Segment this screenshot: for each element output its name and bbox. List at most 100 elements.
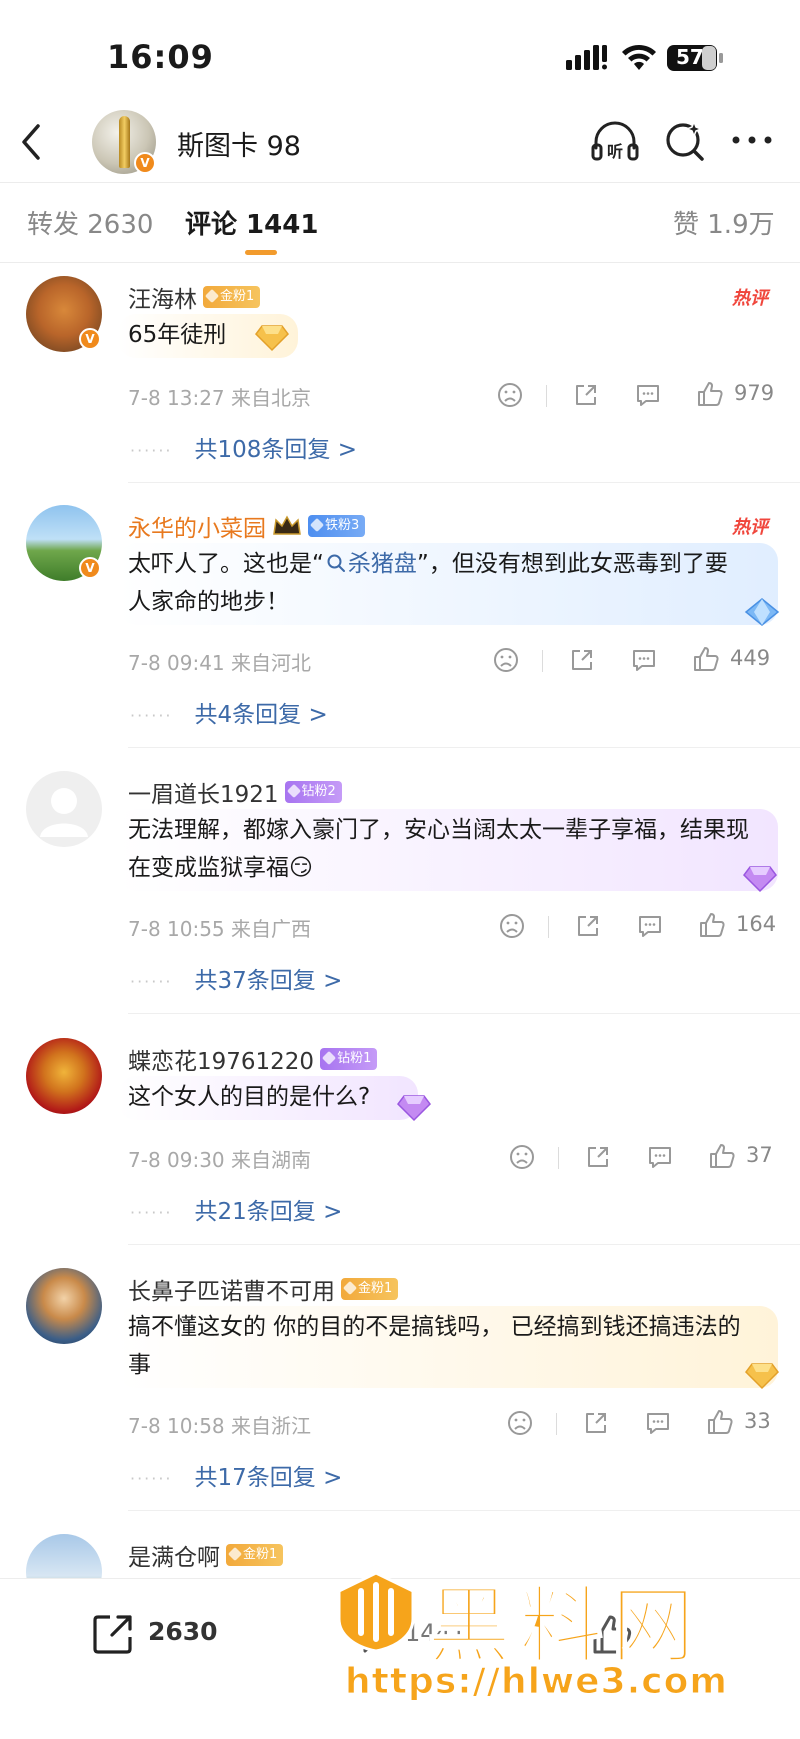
view-replies-link[interactable]: ······ 共4条回复 > (130, 695, 328, 729)
weibo-comments-screen: 16:09 57 V 斯图卡 98 听 转发 2630 评论 1441 赞 1.… (0, 0, 800, 1739)
comment-meta: 7-8 10:55 来自广西 (128, 917, 312, 941)
fan-badge-label: 铁粉3 (325, 518, 360, 533)
fan-badge-label: 钻粉1 (337, 1051, 372, 1066)
comment-text: 太吓人了。这也是“ 杀猪盘”，但没有想到此女恶毒到了要 人家命的地步！ (128, 545, 768, 621)
reply-icon[interactable] (630, 646, 658, 674)
wifi-icon (622, 44, 656, 70)
dislike-icon[interactable] (498, 912, 526, 940)
reply-icon[interactable] (646, 1143, 674, 1171)
active-tab-indicator (245, 250, 277, 255)
status-time: 16:09 (107, 38, 214, 76)
commenter-name[interactable]: 是满仓啊 (128, 1545, 220, 1571)
topic-search-text[interactable]: 杀猪盘 (348, 551, 417, 577)
commenter-header: 汪海林 金粉1 (128, 280, 261, 314)
commenter-avatar[interactable] (26, 1268, 102, 1344)
share-icon[interactable] (572, 381, 600, 409)
share-icon[interactable] (568, 646, 596, 674)
comment-text-part: 搞不懂这女的 你的目的不是搞钱吗， 已经搞到钱还搞违法的 (128, 1314, 741, 1340)
replies-text[interactable]: 共108条回复 > (195, 437, 357, 463)
status-bar: 16:09 57 (0, 0, 800, 100)
listen-headphones-icon[interactable]: 听 (590, 118, 640, 164)
battery-level: 57 (676, 45, 704, 69)
repost-count[interactable]: 2630 (148, 1617, 218, 1646)
replies-text[interactable]: 共17条回复 > (195, 1465, 343, 1491)
repost-icon[interactable] (90, 1611, 136, 1657)
view-replies-link[interactable]: ······ 共21条回复 > (130, 1192, 342, 1226)
like-icon[interactable] (708, 1142, 736, 1170)
watermark-url: https://hlwe3.com (345, 1661, 728, 1703)
like-count: 449 (730, 646, 771, 670)
commenter-name[interactable]: 汪海林 (128, 287, 197, 313)
comment-meta: 7-8 09:41 来自河北 (128, 651, 312, 675)
more-options-icon[interactable] (730, 128, 774, 152)
action-separator (558, 1147, 559, 1169)
comment-divider (128, 747, 800, 748)
back-arrow-icon[interactable] (18, 122, 46, 162)
view-replies-link[interactable]: ······ 共17条回复 > (130, 1458, 342, 1492)
ai-search-icon[interactable] (663, 118, 707, 164)
topic-search-link[interactable]: 杀猪盘 (324, 551, 417, 577)
commenter-name[interactable]: 长鼻子匹诺曹不可用 (128, 1279, 335, 1305)
fan-badge: 钻粉1 (320, 1048, 378, 1070)
dislike-icon[interactable] (508, 1143, 536, 1171)
view-replies-link[interactable]: ······ 共108条回复 > (130, 430, 357, 464)
top-nav-bar: V 斯图卡 98 听 (0, 100, 800, 184)
watermark: 黑料网 https://hlwe3.com (335, 1565, 775, 1715)
like-icon[interactable] (698, 911, 726, 939)
comment-text-part: 人家命的地步！ (128, 589, 289, 615)
fan-badge: 金粉1 (341, 1278, 399, 1300)
dislike-icon[interactable] (492, 646, 520, 674)
gold-gem-icon (255, 325, 289, 352)
like-icon[interactable] (706, 1408, 734, 1436)
comment-text-part: ”，但没有想到此女恶毒到了要 (416, 551, 728, 577)
tabs-divider (0, 262, 800, 263)
action-separator (548, 916, 549, 938)
share-icon[interactable] (584, 1143, 612, 1171)
like-icon[interactable] (692, 645, 720, 673)
comment-divider (128, 1244, 800, 1245)
comment-item: 长鼻子匹诺曹不可用 金粉1 搞不懂这女的 你的目的不是搞钱吗， 已经搞到钱还搞违法… (0, 1260, 800, 1528)
comment-item: 蝶恋花19761220 钻粉1 这个女人的目的是什么? 7-8 09:30 来自湖… (0, 1030, 800, 1260)
reply-icon[interactable] (634, 381, 662, 409)
fan-badge-label: 金粉1 (358, 1281, 393, 1296)
header-divider (0, 182, 800, 183)
listen-label: 听 (607, 142, 623, 161)
commenter-name[interactable]: 永华的小菜园 (128, 516, 266, 542)
share-icon[interactable] (582, 1409, 610, 1437)
share-icon[interactable] (574, 912, 602, 940)
fan-badge: 铁粉3 (308, 515, 366, 537)
comment-item: V 汪海林 金粉1 热评 65年徒刑 7-8 13:27 来自北京 979 ···… (0, 268, 800, 498)
reply-icon[interactable] (636, 912, 664, 940)
gold-gem-icon (745, 1363, 779, 1390)
commenter-avatar[interactable] (26, 771, 102, 847)
reply-icon[interactable] (644, 1409, 672, 1437)
like-icon[interactable] (696, 380, 724, 408)
commenter-header: 是满仓啊 金粉1 (128, 1538, 284, 1572)
replies-text[interactable]: 共21条回复 > (195, 1199, 343, 1225)
action-separator (556, 1413, 557, 1435)
tab-likes[interactable]: 赞 1.9万 (673, 204, 775, 241)
commenter-avatar[interactable] (26, 1038, 102, 1114)
author-name[interactable]: 斯图卡 98 (177, 124, 301, 163)
fan-badge: 钻粉2 (284, 781, 342, 803)
comment-divider (128, 482, 800, 483)
like-count: 979 (734, 381, 775, 405)
comment-text: 65年徒刑 (128, 322, 227, 348)
commenter-name[interactable]: 一眉道长1921 (128, 782, 279, 808)
tab-reposts[interactable]: 转发 2630 (27, 204, 153, 241)
replies-text[interactable]: 共4条回复 > (195, 702, 328, 728)
comment-divider (128, 1510, 800, 1511)
dislike-icon[interactable] (506, 1409, 534, 1437)
view-replies-link[interactable]: ······ 共37条回复 > (130, 961, 342, 995)
purple-gem-icon (743, 866, 777, 893)
crown-icon (273, 515, 301, 535)
comment-divider (128, 1013, 800, 1014)
comment-text: 无法理解，都嫁入豪门了，安心当阔太太一辈子享福，结果现 在变成监狱享福😏 (128, 811, 768, 887)
commenter-name[interactable]: 蝶恋花19761220 (128, 1049, 314, 1075)
replies-text[interactable]: 共37条回复 > (195, 968, 343, 994)
blue-gem-icon (744, 598, 780, 626)
dislike-icon[interactable] (496, 381, 524, 409)
tab-comments[interactable]: 评论 1441 (185, 204, 318, 241)
search-icon (327, 554, 345, 572)
action-separator (542, 650, 543, 672)
